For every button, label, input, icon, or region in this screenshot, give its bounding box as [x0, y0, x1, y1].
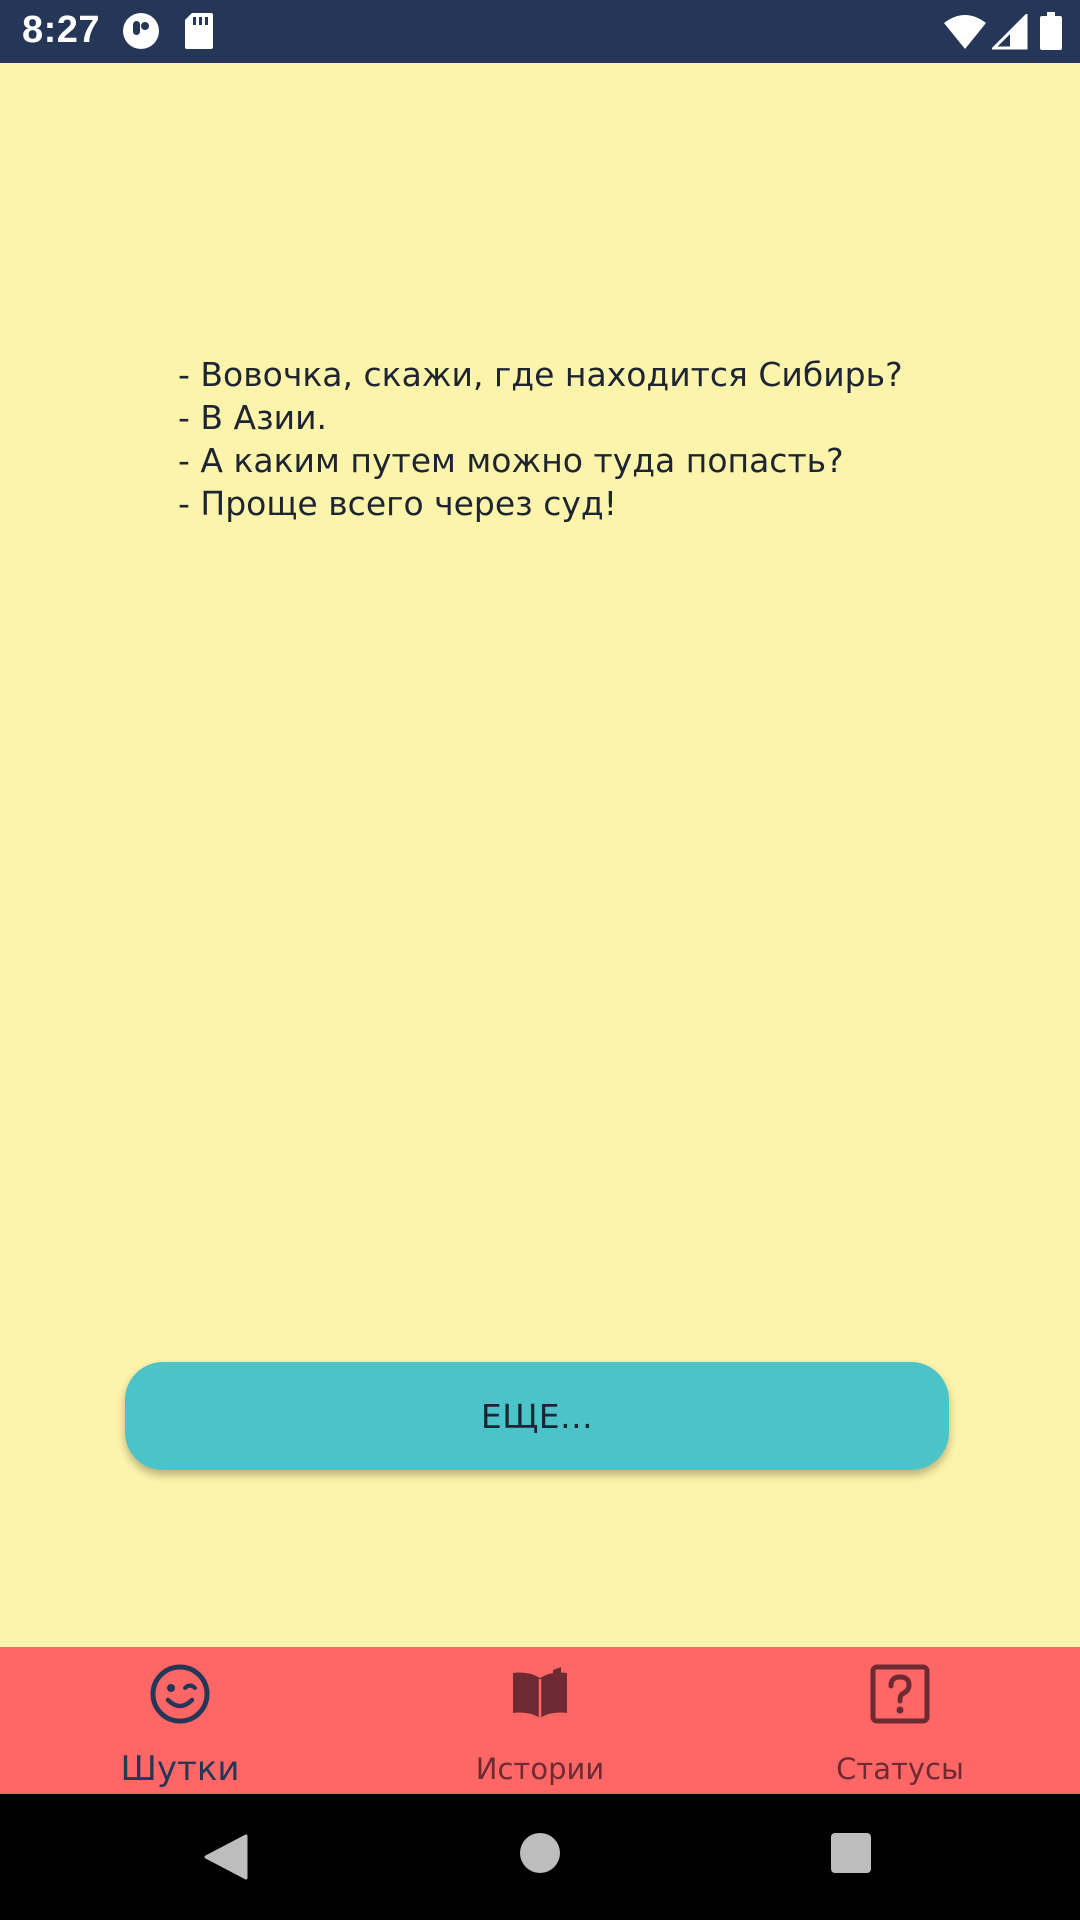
recent-apps-icon[interactable]	[831, 1833, 871, 1873]
nav-tab-jokes[interactable]: Шутки	[0, 1647, 360, 1794]
joke-line: - В Азии.	[178, 398, 328, 437]
joke-line: - А каким путем можно туда попасть?	[178, 441, 844, 480]
cell-signal-icon	[992, 14, 1028, 50]
nav-tab-stories-label: Истории	[475, 1752, 605, 1786]
system-navigation-bar	[0, 1794, 1080, 1920]
nav-tab-jokes-label: Шутки	[120, 1749, 240, 1789]
main-content: - Вовочка, скажи, где находится Сибирь? …	[0, 63, 1080, 1647]
bottom-navigation: Шутки Истории Статусы	[0, 1647, 1080, 1794]
status-bar: 8:27	[0, 0, 1080, 63]
joke-line: - Проще всего через суд!	[178, 484, 617, 523]
battery-icon	[1040, 12, 1062, 50]
more-button[interactable]: ЕЩЕ...	[125, 1362, 949, 1470]
open-book-icon	[513, 1667, 567, 1718]
wink-smiley-icon	[150, 1664, 210, 1724]
joke-text: - Вовочка, скажи, где находится Сибирь? …	[178, 353, 978, 525]
more-button-label: ЕЩЕ...	[480, 1396, 594, 1436]
nav-tab-statuses-label: Статусы	[836, 1752, 964, 1786]
status-time: 8:27	[22, 9, 101, 51]
app-notification-icon	[123, 13, 159, 49]
joke-line: - Вовочка, скажи, где находится Сибирь?	[178, 355, 903, 394]
back-icon[interactable]	[204, 1834, 248, 1880]
nav-tab-statuses[interactable]: Статусы	[720, 1647, 1080, 1794]
nav-tab-stories[interactable]: Истории	[360, 1647, 720, 1794]
home-icon[interactable]	[520, 1833, 560, 1873]
wifi-icon	[944, 15, 986, 49]
sd-card-icon	[185, 13, 213, 49]
question-box-icon	[870, 1664, 930, 1724]
